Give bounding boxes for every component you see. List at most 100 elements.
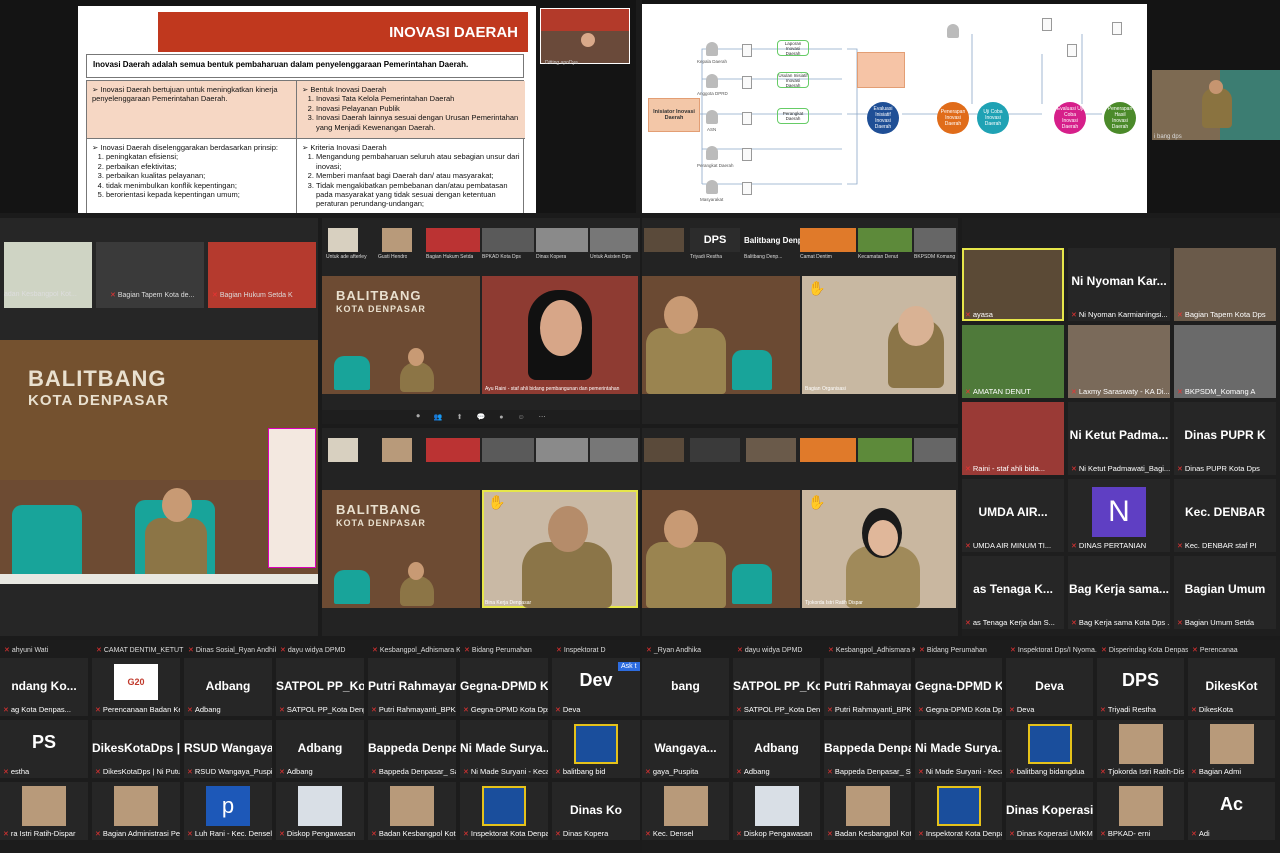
- strip-thumbnail[interactable]: [328, 228, 358, 252]
- presenter-thumbnail[interactable]: [540, 8, 630, 64]
- participant-tile[interactable]: UMDA AIR... ✕ UMDA AIR MINUM TI...: [962, 479, 1064, 552]
- strip-thumbnail[interactable]: [858, 438, 912, 462]
- chat-icon[interactable]: 💬: [476, 413, 485, 421]
- strip-thumbnail[interactable]: [800, 438, 856, 462]
- participant-tile[interactable]: Ni Made Surya... ✕Ni Made Suryani - Kecam…: [915, 720, 1002, 778]
- participant-tile[interactable]: Deva ✕ Deva: [1006, 658, 1093, 716]
- participant-tile[interactable]: ndang Ko... ✕ ag Kota Denpas...: [0, 658, 88, 716]
- participant-tile[interactable]: ✕Inspektorat Kota Denpasar: [460, 782, 548, 840]
- presenter-video[interactable]: [1152, 70, 1280, 140]
- participant-tile[interactable]: ✕ ra Istri Ratih-Dispar: [0, 782, 88, 840]
- room-video[interactable]: BALITBANG KOTA DENPASAR: [322, 490, 480, 608]
- participant-tile[interactable]: bang: [642, 658, 729, 716]
- participant-tile[interactable]: ✕Tjokorda Istri Ratih-Dispar: [1097, 720, 1184, 778]
- participant-tile[interactable]: ✕ balitbang bid: [552, 720, 640, 778]
- participant-name: DPS: [1121, 669, 1159, 690]
- participant-tile[interactable]: SATPOL PP_Kot... ✕SATPOL PP_Kota Denpasar: [733, 658, 820, 716]
- mic-icon[interactable]: ⏺: [416, 413, 420, 421]
- participant-tile[interactable]: ✕Bagian Administrasi Pem...: [92, 782, 180, 840]
- participant-tile[interactable]: Adbang ✕ Adbang: [276, 720, 364, 778]
- active-speaker-video[interactable]: ✋ Bina Kerja Denpasar: [482, 490, 638, 608]
- participant-tile[interactable]: Adbang ✕ Adbang: [733, 720, 820, 778]
- participant-tile[interactable]: Ac ✕ Adi: [1188, 782, 1275, 840]
- reactions-icon[interactable]: ☺: [517, 414, 524, 421]
- participant-tile[interactable]: ✕ balitbang bidangdua: [1006, 720, 1093, 778]
- participant-video[interactable]: ✋ Bagian Organisasi: [802, 276, 956, 394]
- participant-tile[interactable]: SATPOL PP_Kot... ✕SATPOL PP_Kota Denpasar: [276, 658, 364, 716]
- participant-tile[interactable]: Kec. DENBAR ✕ Kec. DENBAR staf PI: [1174, 479, 1276, 552]
- participant-tile[interactable]: RSUD Wangaya... ✕RSUD Wangaya_Puspita: [184, 720, 272, 778]
- participant-tile[interactable]: Dinas Koperasi... ✕Dinas Koperasi UMKM Ko…: [1006, 782, 1093, 840]
- participant-tile[interactable]: as Tenaga K... ✕ as Tenaga Kerja dan S...: [962, 556, 1064, 629]
- participant-tile[interactable]: ✕ Raini - staf ahli bida...: [962, 402, 1064, 475]
- participant-tile[interactable]: ✕ BKPSDM_Komang A: [1174, 325, 1276, 398]
- participant-tile[interactable]: Bappeda Denpa... ✕Bappeda Denpasar_ Sari …: [824, 720, 911, 778]
- participant-tile[interactable]: Ni Nyoman Kar... ✕ Ni Nyoman Karmianingsi.…: [1068, 248, 1170, 321]
- participant-tile[interactable]: ✕ BPKAD- erni: [1097, 782, 1184, 840]
- participant-tile[interactable]: PS ✕ estha: [0, 720, 88, 778]
- participant-tile[interactable]: ✕ Kec. Densel: [642, 782, 729, 840]
- speaker-video[interactable]: Ayu Raini - staf ahli bidang pembangunan…: [482, 276, 638, 394]
- participant-thumbnail[interactable]: [4, 242, 92, 308]
- participant-tile[interactable]: Dinas Ko ✕ Dinas Kopera: [552, 782, 640, 840]
- participant-tile[interactable]: DPS ✕ Triyadi Restha: [1097, 658, 1184, 716]
- participant-tile[interactable]: ✕ DINAS PERTANIAN N: [1068, 479, 1170, 552]
- room-video[interactable]: BALITBANG KOTA DENPASAR: [0, 340, 318, 584]
- participant-tile[interactable]: ✕ ayasa: [962, 248, 1064, 321]
- participant-tile[interactable]: Dinas PUPR K ✕ Dinas PUPR Kota Dps: [1174, 402, 1276, 475]
- room-video[interactable]: BALITBANG KOTA DENPASAR: [322, 276, 480, 394]
- participant-tile[interactable]: ✕ Bagian Tapem Kota Dps: [1174, 248, 1276, 321]
- strip-thumbnail[interactable]: [914, 228, 956, 252]
- participant-tile[interactable]: ✕ Diskop Pengawasan: [276, 782, 364, 840]
- strip-thumbnail[interactable]: [382, 228, 412, 252]
- strip-thumbnail[interactable]: [536, 438, 588, 462]
- strip-thumbnail[interactable]: [482, 438, 534, 462]
- strip-thumbnail[interactable]: [644, 438, 684, 462]
- share-icon[interactable]: ⬆: [457, 413, 463, 421]
- participants-icon[interactable]: 👥: [434, 413, 443, 421]
- strip-thumbnail[interactable]: [590, 228, 638, 252]
- participant-tile[interactable]: ✕Badan Kesbangpol Kota ...: [824, 782, 911, 840]
- participant-tile[interactable]: ✕Perencanaan Badan Kesb... G20: [92, 658, 180, 716]
- participant-tile[interactable]: Bag Kerja sama... ✕ Bag Kerja sama Kota Dp…: [1068, 556, 1170, 629]
- strip-thumbnail[interactable]: [690, 438, 740, 462]
- participant-tile[interactable]: ✕ Laxmy Saraswaty - KA Di...: [1068, 325, 1170, 398]
- participant-tile[interactable]: Gegna-DPMD K... ✕Gegna-DPMD Kota Dps: [460, 658, 548, 716]
- strip-thumbnail[interactable]: [382, 438, 412, 462]
- strip-thumbnail[interactable]: [746, 438, 796, 462]
- strip-thumbnail[interactable]: DPS: [690, 228, 740, 252]
- participant-tile[interactable]: Ni Ketut Padma... ✕ Ni Ketut Padmawati_Bag…: [1068, 402, 1170, 475]
- strip-thumbnail[interactable]: [590, 438, 638, 462]
- participant-tile[interactable]: ✕Badan Kesbangpol Kota ...: [368, 782, 456, 840]
- participant-tile[interactable]: ✕ Bagian Admi: [1188, 720, 1275, 778]
- participant-tile[interactable]: DikesKot ✕ DikesKota: [1188, 658, 1275, 716]
- strip-thumbnail[interactable]: [426, 438, 480, 462]
- strip-thumbnail[interactable]: [536, 228, 588, 252]
- room-video[interactable]: [642, 276, 800, 394]
- room-video[interactable]: [642, 490, 800, 608]
- participant-tile[interactable]: Bagian Umum ✕ Bagian Umum Setda: [1174, 556, 1276, 629]
- more-icon[interactable]: ⋯: [539, 413, 546, 421]
- ask-tooltip[interactable]: Ask t: [618, 662, 640, 671]
- strip-thumbnail[interactable]: [644, 228, 684, 252]
- participant-tile[interactable]: ✕ Luh Rani - Kec. Densel p: [184, 782, 272, 840]
- participant-tile[interactable]: Gegna-DPMD K... ✕Gegna-DPMD Kota Dps: [915, 658, 1002, 716]
- participant-tile[interactable]: ✕ AMATAN DENUT: [962, 325, 1064, 398]
- participant-tile[interactable]: Wangaya... ✕ gaya_Puspita: [642, 720, 729, 778]
- participant-tile[interactable]: Adbang ✕ Adbang: [184, 658, 272, 716]
- participant-tile[interactable]: Putri Rahmayan... ✕Putri Rahmayanti_BPKAD: [824, 658, 911, 716]
- participant-tile[interactable]: ✕Inspektorat Kota Denpasar: [915, 782, 1002, 840]
- strip-thumbnail[interactable]: [482, 228, 534, 252]
- participant-tile[interactable]: ✕ Diskop Pengawasan: [733, 782, 820, 840]
- strip-thumbnail[interactable]: [914, 438, 956, 462]
- strip-thumbnail[interactable]: [328, 438, 358, 462]
- participant-tile[interactable]: Ni Made Surya... ✕Ni Made Suryani - Kecam…: [460, 720, 548, 778]
- strip-thumbnail[interactable]: [426, 228, 480, 252]
- strip-thumbnail[interactable]: [858, 228, 912, 252]
- participant-tile[interactable]: Putri Rahmayan... ✕Putri Rahmayanti_BPKAD: [368, 658, 456, 716]
- participant-tile[interactable]: Bappeda Denpa... ✕Bappeda Denpasar_ Sari …: [368, 720, 456, 778]
- record-icon[interactable]: ●: [499, 414, 503, 421]
- participant-tile[interactable]: DikesKotaDps |... ✕DikesKotaDps | Ni Putu…: [92, 720, 180, 778]
- strip-thumbnail[interactable]: [800, 228, 856, 252]
- participant-video[interactable]: ✋ Tjokorda Istri Ratih Dispar: [802, 490, 956, 608]
